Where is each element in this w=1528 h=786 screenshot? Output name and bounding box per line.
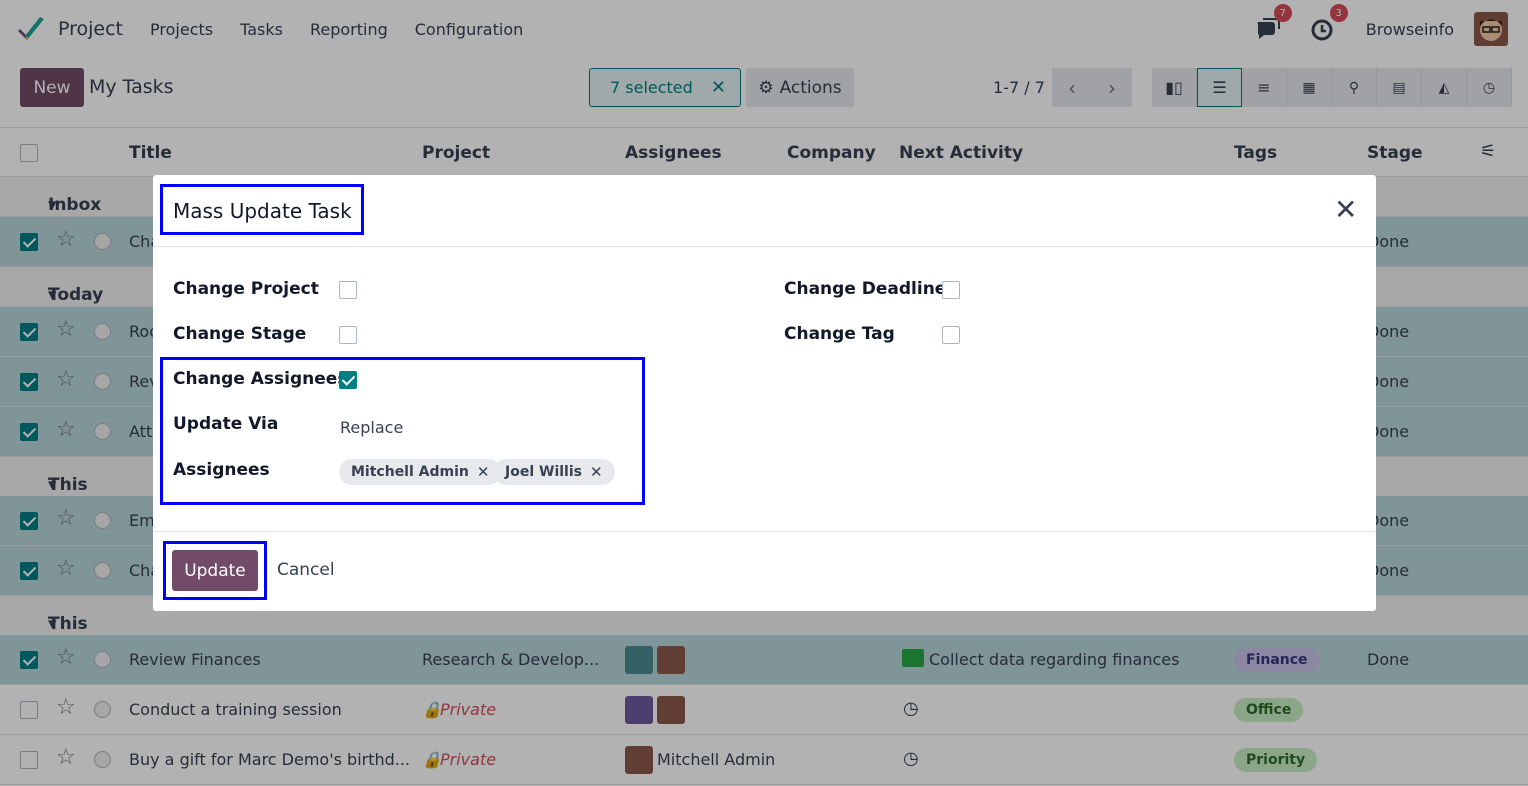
change-deadline-label: Change Deadline bbox=[784, 279, 947, 299]
dialog-footer: Update Cancel bbox=[153, 531, 1376, 611]
change-deadline-checkbox[interactable] bbox=[942, 281, 960, 299]
highlight-box-update bbox=[163, 541, 267, 600]
change-stage-checkbox[interactable] bbox=[339, 326, 357, 344]
change-tag-label: Change Tag bbox=[784, 324, 895, 344]
change-project-label: Change Project bbox=[173, 279, 319, 299]
change-project-checkbox[interactable] bbox=[339, 281, 357, 299]
cancel-button[interactable]: Cancel bbox=[277, 560, 335, 580]
change-tag-checkbox[interactable] bbox=[942, 326, 960, 344]
close-icon[interactable]: ✕ bbox=[1334, 196, 1357, 224]
highlight-box-assignees bbox=[160, 357, 645, 505]
change-stage-label: Change Stage bbox=[173, 324, 307, 344]
highlight-box-title bbox=[160, 184, 364, 235]
